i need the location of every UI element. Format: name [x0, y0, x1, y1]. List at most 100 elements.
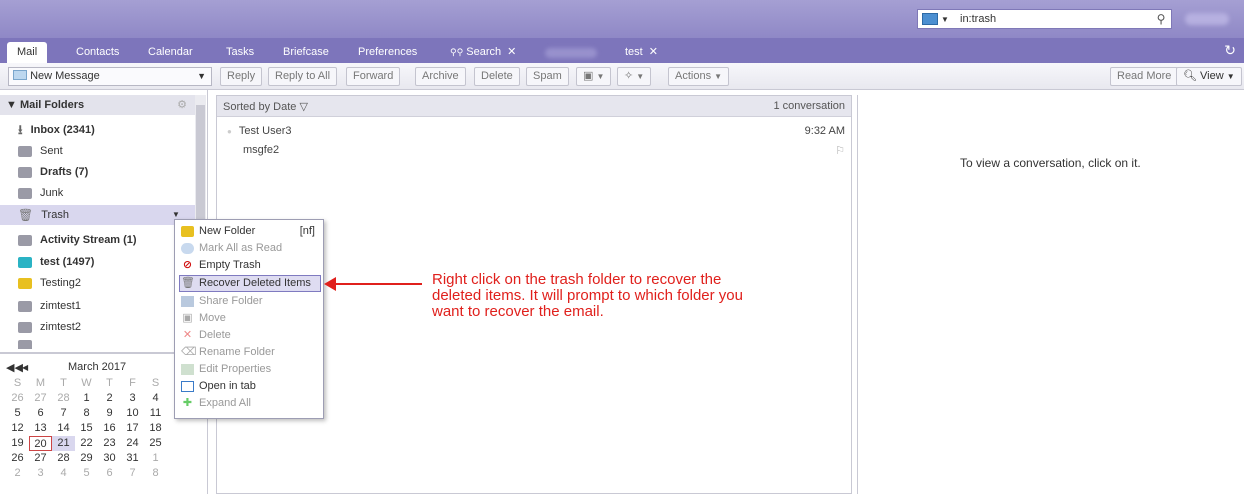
- tab-test[interactable]: test ✕: [625, 43, 658, 63]
- calendar-day[interactable]: 6: [29, 406, 52, 421]
- calendar-day[interactable]: 4: [144, 391, 167, 406]
- message-subject-row[interactable]: msgfe2 ⚐: [243, 144, 845, 157]
- calendar-day[interactable]: 8: [75, 406, 98, 421]
- actions-button[interactable]: Actions ▼: [668, 67, 730, 86]
- menu-item-open-in-tab[interactable]: Open in tab: [181, 378, 319, 395]
- junk-icon: [18, 187, 32, 199]
- calendar-day[interactable]: 2: [6, 466, 29, 481]
- calendar-day[interactable]: 18: [144, 421, 167, 436]
- sidebar-item-activity-stream[interactable]: Activity Stream (1): [18, 230, 193, 250]
- reply-all-button[interactable]: Reply to All: [268, 67, 338, 86]
- calendar-day[interactable]: 1: [75, 391, 98, 406]
- tab-search[interactable]: ⚲⚲ Search ✕: [450, 43, 516, 63]
- calendar-day[interactable]: 3: [29, 466, 52, 481]
- calendar-day[interactable]: 1: [144, 451, 167, 466]
- calendar-day[interactable]: 26: [6, 391, 29, 406]
- read-more-button[interactable]: Read More: [1110, 67, 1179, 86]
- search-type-selector[interactable]: ▼: [918, 10, 960, 28]
- calendar-day[interactable]: 17: [121, 421, 144, 436]
- calendar-day[interactable]: 22: [75, 436, 98, 451]
- open-tab-icon: [181, 381, 194, 392]
- close-icon[interactable]: ✕: [507, 46, 516, 58]
- tab-preferences[interactable]: Preferences: [358, 43, 417, 63]
- calendar-day[interactable]: 28: [52, 391, 75, 406]
- calendar-day[interactable]: 16: [98, 421, 121, 436]
- calendar-day[interactable]: 9: [98, 406, 121, 421]
- blurred-tab[interactable]: [545, 48, 597, 58]
- tab-calendar[interactable]: Calendar: [148, 43, 193, 63]
- calendar-day[interactable]: 15: [75, 421, 98, 436]
- view-button[interactable]: 🔍︎ View ▼: [1176, 67, 1242, 86]
- sidebar-item-partial[interactable]: [18, 340, 188, 349]
- delete-icon: ✕: [182, 329, 193, 341]
- sidebar-item-zimtest2[interactable]: zimtest2: [18, 317, 193, 337]
- calendar-day[interactable]: 7: [52, 406, 75, 421]
- calendar-day[interactable]: 4: [52, 466, 75, 481]
- menu-item-empty-trash[interactable]: ⊘ Empty Trash: [181, 257, 319, 274]
- tab-briefcase[interactable]: Briefcase: [283, 43, 329, 63]
- chevron-down-icon[interactable]: ▼: [197, 68, 206, 85]
- delete-button[interactable]: Delete: [474, 67, 520, 86]
- menu-item-recover-deleted[interactable]: 🗑︎ Recover Deleted Items: [179, 275, 321, 292]
- sidebar-item-test[interactable]: test (1497): [18, 252, 193, 272]
- calendar-day[interactable]: 5: [75, 466, 98, 481]
- refresh-icon[interactable]: ↻: [1224, 42, 1236, 59]
- collapse-triangle-icon[interactable]: ▼: [6, 99, 17, 111]
- sort-button[interactable]: Sorted by Date ▽: [223, 100, 308, 113]
- calendar-day[interactable]: 13: [29, 421, 52, 436]
- gear-icon[interactable]: ⚙: [177, 95, 187, 115]
- flag-icon[interactable]: ⚐: [835, 144, 845, 157]
- calendar-day[interactable]: 7: [121, 466, 144, 481]
- calendar-day[interactable]: 5: [6, 406, 29, 421]
- user-menu[interactable]: [1185, 13, 1229, 25]
- tag-dropdown-button[interactable]: ✧ ▼: [617, 67, 652, 86]
- sidebar-item-junk[interactable]: Junk: [18, 183, 193, 203]
- calendar-day[interactable]: 8: [144, 466, 167, 481]
- forward-button[interactable]: Forward: [346, 67, 401, 86]
- close-icon[interactable]: ✕: [649, 46, 658, 58]
- move-dropdown-button[interactable]: ▣ ▼: [576, 67, 612, 86]
- calendar-day[interactable]: 29: [75, 451, 98, 466]
- prev-year-icon[interactable]: ◀◀: [6, 361, 23, 374]
- calendar-day[interactable]: 25: [144, 436, 167, 451]
- prev-month-icon[interactable]: ◀: [22, 363, 46, 372]
- calendar-day[interactable]: 12: [6, 421, 29, 436]
- sidebar-item-sent[interactable]: Sent: [18, 141, 193, 161]
- calendar-day[interactable]: 14: [52, 421, 75, 436]
- calendar-day[interactable]: 31: [121, 451, 144, 466]
- calendar-day[interactable]: 30: [98, 451, 121, 466]
- calendar-day[interactable]: 23: [98, 436, 121, 451]
- search-icon[interactable]: ⚲: [1151, 12, 1171, 26]
- sidebar-item-trash[interactable]: 🗑︎ Trash ▼: [0, 205, 195, 225]
- tab-contacts[interactable]: Contacts: [76, 43, 119, 63]
- mail-folders-header[interactable]: ▼ Mail Folders ⚙: [0, 95, 195, 115]
- message-row[interactable]: ● Test User3 9:32 AM: [227, 125, 845, 137]
- calendar-day[interactable]: 21: [52, 436, 75, 451]
- reply-button[interactable]: Reply: [220, 67, 263, 86]
- new-message-button[interactable]: New Message ▼: [8, 67, 212, 86]
- calendar-day[interactable]: 6: [98, 466, 121, 481]
- calendar-day[interactable]: 28: [52, 451, 75, 466]
- tab-mail[interactable]: Mail: [7, 42, 48, 63]
- sidebar-item-zimtest1[interactable]: zimtest1: [18, 296, 193, 316]
- tab-tasks[interactable]: Tasks: [226, 43, 254, 63]
- calendar-day[interactable]: 20: [29, 436, 52, 451]
- sidebar-item-testing2[interactable]: Testing2: [18, 273, 193, 293]
- calendar-day[interactable]: 27: [29, 391, 52, 406]
- calendar-day[interactable]: 3: [121, 391, 144, 406]
- sidebar-scrollbar-thumb[interactable]: [196, 105, 205, 225]
- calendar-day[interactable]: 11: [144, 406, 167, 421]
- archive-button[interactable]: Archive: [415, 67, 466, 86]
- calendar-day[interactable]: 27: [29, 451, 52, 466]
- sidebar-item-drafts[interactable]: Drafts (7): [18, 162, 193, 182]
- calendar-day[interactable]: 26: [6, 451, 29, 466]
- calendar-day[interactable]: 24: [121, 436, 144, 451]
- spam-button[interactable]: Spam: [526, 67, 569, 86]
- search-box[interactable]: ▼ in:trash ⚲: [917, 9, 1172, 29]
- calendar-day[interactable]: 2: [98, 391, 121, 406]
- calendar-day[interactable]: 19: [6, 436, 29, 451]
- calendar-day[interactable]: 10: [121, 406, 144, 421]
- search-input[interactable]: in:trash: [960, 13, 1151, 25]
- menu-item-new-folder[interactable]: New Folder [nf]: [181, 223, 319, 240]
- sidebar-item-inbox[interactable]: ⭳ Inbox (2341): [18, 120, 193, 140]
